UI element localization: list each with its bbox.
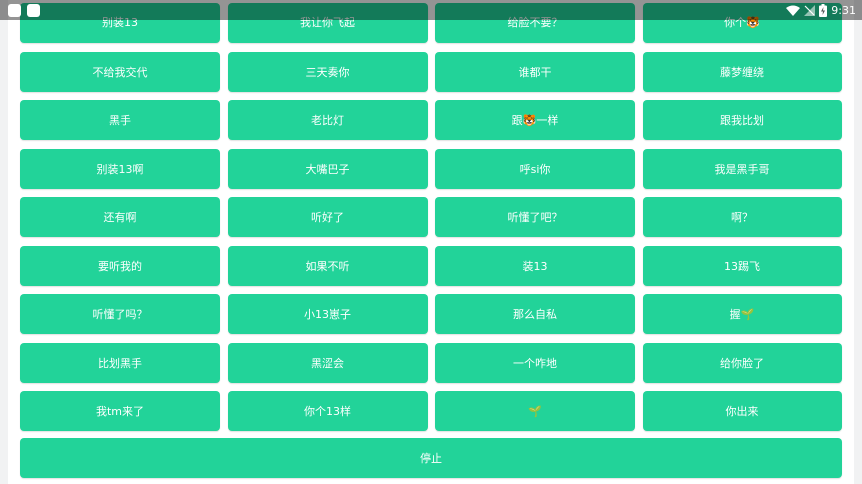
wifi-icon xyxy=(786,5,801,16)
signal-off-icon xyxy=(804,4,816,16)
sound-button[interactable]: 你个13样 xyxy=(227,391,428,431)
sound-button[interactable]: 黑涩会 xyxy=(227,342,428,383)
sound-button[interactable]: 别装13啊 xyxy=(20,148,220,189)
battery-charging-icon xyxy=(819,3,828,17)
clock-time: 9:31 xyxy=(831,3,856,17)
notification-square-icon xyxy=(8,4,21,17)
sound-button[interactable]: 我是黑手哥 xyxy=(642,148,842,189)
sound-button[interactable]: 如果不听 xyxy=(227,245,428,286)
sound-button[interactable]: 啊？ xyxy=(642,197,842,237)
sound-button[interactable]: 大嘴巴子 xyxy=(227,148,428,189)
sound-button[interactable]: 藤梦缠绕 xyxy=(642,51,842,92)
sound-button[interactable]: 谁都干 xyxy=(435,51,635,92)
sound-button[interactable]: 老比灯 xyxy=(227,100,428,140)
sound-button[interactable]: 呼si你 xyxy=(435,148,635,189)
sound-button[interactable]: 还有啊 xyxy=(20,197,220,237)
sound-button[interactable]: 你出来 xyxy=(642,391,842,431)
status-bar: 9:31 xyxy=(0,0,862,20)
status-bar-right: 9:31 xyxy=(786,0,856,20)
sound-button[interactable]: 给你脸了 xyxy=(642,342,842,383)
sound-button[interactable]: 要听我的 xyxy=(20,245,220,286)
sound-button[interactable]: 比划黑手 xyxy=(20,342,220,383)
sound-button[interactable]: 一个咋地 xyxy=(435,342,635,383)
sound-button[interactable]: 握🌱 xyxy=(642,294,842,334)
stop-button[interactable]: 停止 xyxy=(20,438,842,478)
sound-button[interactable]: 听好了 xyxy=(227,197,428,237)
sound-button[interactable]: 我tm来了 xyxy=(20,391,220,431)
sound-button[interactable]: 装13 xyxy=(435,245,635,286)
sound-button[interactable]: 三天奏你 xyxy=(227,51,428,92)
sound-button[interactable]: 跟🐯一样 xyxy=(435,100,635,140)
sound-button[interactable]: 黑手 xyxy=(20,100,220,140)
sound-button[interactable]: 🌱 xyxy=(435,391,635,431)
notification-square-icon xyxy=(27,4,40,17)
sound-button[interactable]: 那么自私 xyxy=(435,294,635,334)
sound-button[interactable]: 听懂了吗？ xyxy=(20,294,220,334)
sound-button[interactable]: 不给我交代 xyxy=(20,51,220,92)
sound-button[interactable]: 跟我比划 xyxy=(642,100,842,140)
sound-button[interactable]: 听懂了吧？ xyxy=(435,197,635,237)
sound-button-grid: 别装13 我让你飞起 给脸不要？ 你个🐯 不给我交代 三天奏你 谁都干 藤梦缠绕… xyxy=(20,3,842,431)
sound-button[interactable]: 小13崽子 xyxy=(227,294,428,334)
sound-button[interactable]: 13踢飞 xyxy=(642,245,842,286)
